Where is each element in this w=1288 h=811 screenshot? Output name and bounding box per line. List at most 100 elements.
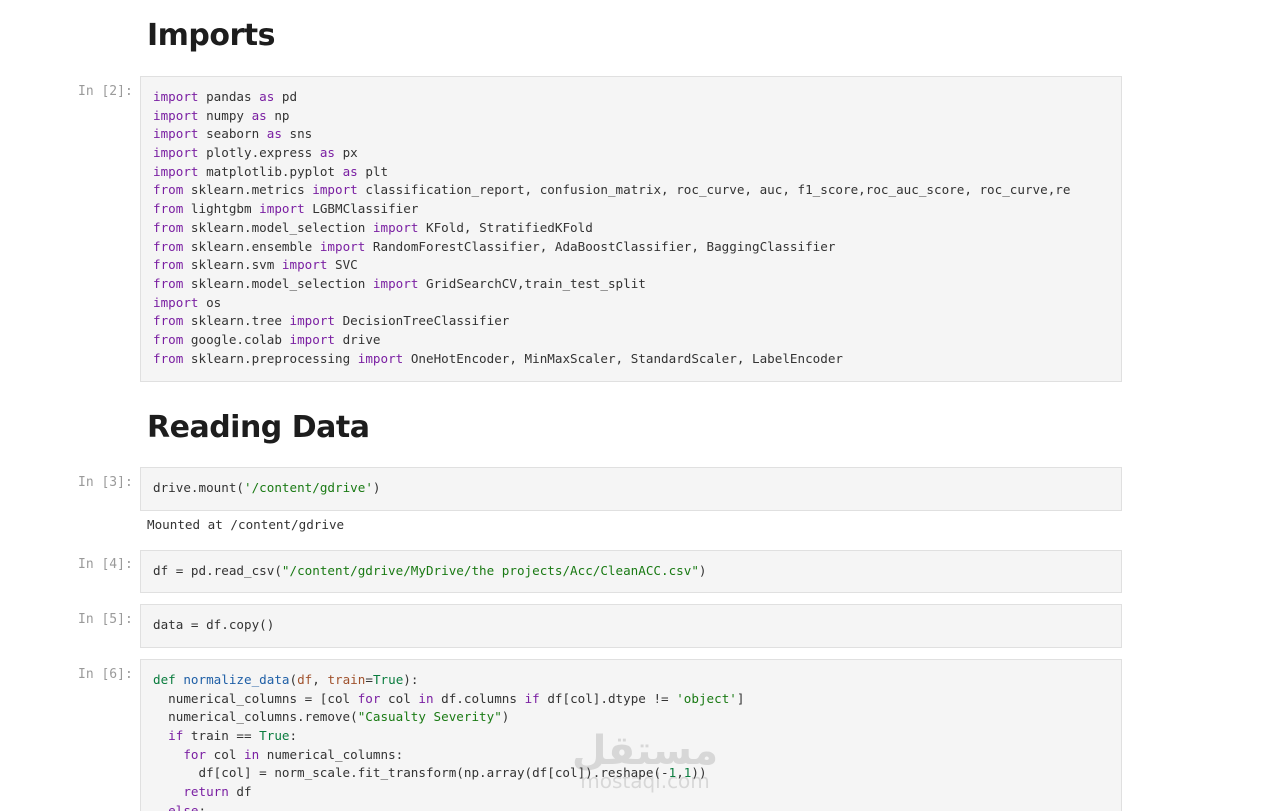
code-token: import [153,145,199,161]
code-token: sklearn.model_selection [183,275,373,291]
code-token: plotly.express [198,145,320,161]
code-line: import seaborn as sns [153,125,1121,144]
code-token: import [153,163,199,179]
code-token: import [259,201,305,217]
cell-4-code[interactable]: df = pd.read_csv("/content/gdrive/MyDriv… [141,551,1121,581]
code-token: sklearn.preprocessing [183,350,358,366]
code-token: '/content/gdrive' [244,480,373,495]
code-token: as [342,163,358,179]
code-token: drive.mount( [153,480,244,495]
code-line: data = df.copy() [153,616,1121,635]
reading-data-heading: Reading Data [147,410,370,445]
code-token: drive [335,331,381,347]
code-line: else: [153,802,1121,811]
code-token: as [251,107,267,123]
code-token: matplotlib.pyplot [198,163,343,179]
code-token: plt [357,163,389,179]
code-token: ) [372,480,381,495]
cell-6-input[interactable]: def normalize_data(df, train=True): nume… [140,659,1122,811]
cell-4-input[interactable]: df = pd.read_csv("/content/gdrive/MyDriv… [140,550,1122,593]
code-token: sklearn.metrics [183,182,313,198]
code-line: df = pd.read_csv("/content/gdrive/MyDriv… [153,562,1121,581]
cell-6-code[interactable]: def normalize_data(df, train=True): nume… [141,660,1121,811]
code-token: DecisionTreeClassifier [335,313,510,329]
code-token: col [380,690,419,706]
code-token: import [357,350,404,366]
code-token: df[col] = norm_scale.fit_transform(np.ar… [153,765,669,781]
code-token: True [259,728,290,744]
code-token: from [153,257,184,273]
code-line: import os [153,294,1121,313]
code-line: import matplotlib.pyplot as plt [153,163,1121,182]
code-token: numpy [198,107,252,123]
cell-2-prompt: In [2]: [78,84,133,99]
code-line: if train == True: [153,727,1121,746]
code-token: KFold, StratifiedKFold [418,219,593,235]
cell-2-code[interactable]: import pandas as pd import numpy as np imp… [141,77,1121,368]
code-token: )) [691,765,707,781]
code-token: train [327,672,366,687]
code-token: ) [501,709,510,725]
code-token: : [289,728,298,744]
code-token: df.columns [433,690,525,706]
code-line: from sklearn.model_selection import Grid… [153,275,1121,294]
code-token: import [319,238,366,254]
code-token: True [372,672,404,687]
code-token: from [153,275,184,291]
code-token: from [153,313,184,329]
code-token: in [418,690,434,706]
code-line: from lightgbm import LGBMClassifier [153,200,1121,219]
code-token: in [244,746,260,762]
code-token: import [153,89,199,104]
code-token: 'object' [676,690,737,706]
code-token: numerical_columns.remove( [153,709,358,725]
code-token: numerical_columns: [259,746,404,762]
code-token: sklearn.model_selection [183,219,373,235]
code-token: import [153,126,199,142]
code-token: seaborn [198,126,267,142]
code-token: , [312,672,328,687]
code-token: SVC [327,257,358,273]
code-token: df[col].dtype != [539,690,677,706]
cell-3-code[interactable]: drive.mount('/content/gdrive') [141,468,1121,498]
code-token: lightgbm [183,201,260,217]
code-token: df [228,784,252,800]
code-line: from sklearn.metrics import classificati… [153,181,1121,200]
cell-3-input[interactable]: drive.mount('/content/gdrive') [140,467,1122,511]
code-token: from [153,350,184,366]
code-line: from sklearn.model_selection import KFol… [153,219,1121,238]
code-token: normalize_data [183,672,290,687]
code-token: numerical_columns = [col [153,690,358,706]
code-token: import [153,294,199,310]
cell-6-prompt: In [6]: [78,667,133,682]
cell-5-input[interactable]: data = df.copy() [140,604,1122,648]
code-token: train == [183,728,260,744]
code-line: import pandas as pd [153,88,1121,107]
code-token: as [259,89,275,104]
cell-5-code[interactable]: data = df.copy() [141,605,1121,635]
code-token: for [183,746,207,762]
code-line: import numpy as np [153,107,1121,126]
code-token: ): [403,672,419,687]
cell-3-output: Mounted at /content/gdrive [147,517,345,532]
code-token: ) [698,563,707,578]
code-token: LGBMClassifier [304,201,419,217]
cell-2-input[interactable]: import pandas as pd import numpy as np imp… [140,76,1122,382]
code-line: numerical_columns.remove("Casualty Sever… [153,708,1121,727]
code-token: sns [281,126,313,142]
code-token: np [266,107,290,123]
code-line: from sklearn.svm import SVC [153,256,1121,275]
code-token: import [312,182,358,198]
code-token: col [206,746,245,762]
code-line: from sklearn.tree import DecisionTreeCla… [153,312,1121,331]
code-token: px [335,145,358,161]
code-token: from [153,201,184,217]
code-token: ( [289,672,298,687]
code-line: for col in numerical_columns: [153,746,1121,765]
code-line: def normalize_data(df, train=True): [153,671,1121,690]
code-token: return [183,784,229,800]
code-token: df = pd.read_csv( [153,563,282,578]
